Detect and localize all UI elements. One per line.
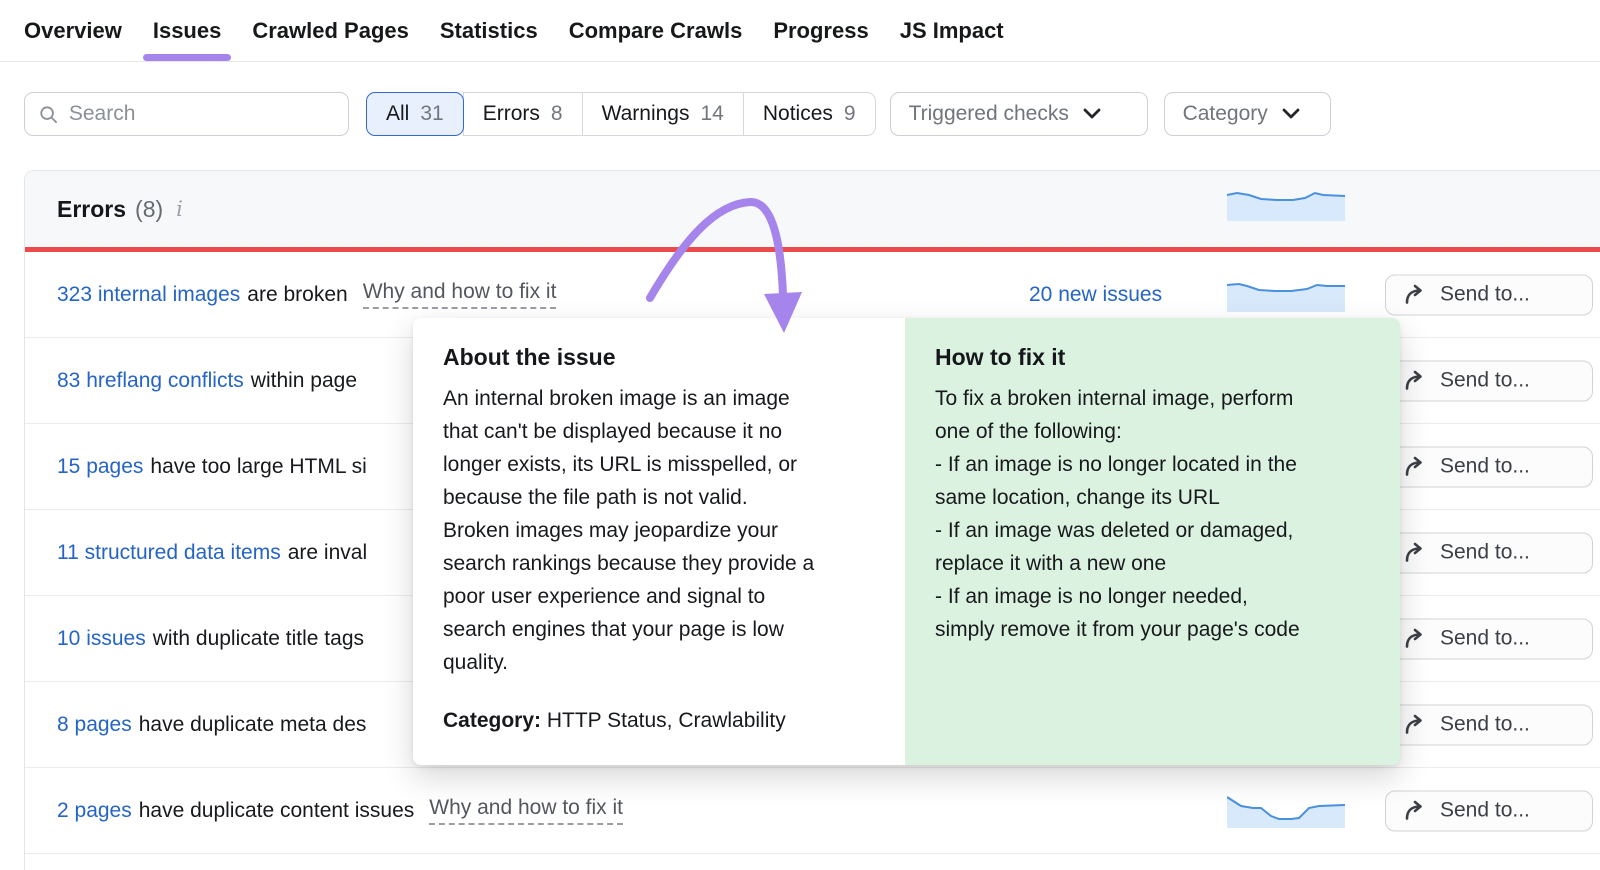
- tab-compare-crawls[interactable]: Compare Crawls: [569, 0, 743, 61]
- tab-label: JS Impact: [900, 18, 1004, 44]
- tab-progress[interactable]: Progress: [773, 0, 868, 61]
- chevron-down-icon: [1083, 108, 1101, 120]
- search-icon: [39, 104, 58, 125]
- tab-statistics[interactable]: Statistics: [440, 0, 538, 61]
- segment-label: Warnings: [602, 102, 690, 126]
- tab-overview[interactable]: Overview: [24, 0, 122, 61]
- issue-link[interactable]: 8 pages: [57, 713, 132, 737]
- segment-label: Errors: [483, 102, 540, 126]
- category-value: HTTP Status, Crawlability: [541, 709, 786, 732]
- errors-title: Errors: [57, 196, 126, 223]
- tab-label: Crawled Pages: [252, 18, 409, 44]
- segment-label: Notices: [763, 102, 833, 126]
- segment-label: All: [386, 102, 409, 126]
- segment-count: 8: [551, 102, 563, 126]
- how-to-fix-panel: How to fix it To fix a broken internal i…: [905, 318, 1400, 765]
- errors-trend-sparkline: [1227, 187, 1345, 221]
- forward-arrow-icon: [1403, 800, 1427, 822]
- send-to-button[interactable]: Send to...: [1385, 704, 1593, 745]
- send-to-button[interactable]: Send to...: [1385, 446, 1593, 487]
- active-tab-underline: [143, 54, 232, 61]
- issue-text: have too large HTML si: [150, 455, 366, 479]
- about-body: An internal broken image is an image tha…: [443, 382, 875, 679]
- fix-body: To fix a broken internal image, perform …: [935, 382, 1370, 646]
- tab-label: Progress: [773, 18, 868, 44]
- segment-count: 14: [700, 102, 723, 126]
- send-to-label: Send to...: [1440, 541, 1530, 565]
- category-line: Category: HTTP Status, Crawlability: [443, 709, 786, 733]
- tab-js-impact[interactable]: JS Impact: [900, 0, 1004, 61]
- forward-arrow-icon: [1403, 456, 1427, 478]
- forward-arrow-icon: [1403, 714, 1427, 736]
- segment-count: 31: [420, 102, 443, 126]
- chevron-down-icon: [1282, 108, 1300, 120]
- segment-count: 9: [844, 102, 856, 126]
- issue-link[interactable]: 11 structured data items: [57, 541, 281, 565]
- send-to-label: Send to...: [1440, 713, 1530, 737]
- issue-text: have duplicate content issues: [139, 799, 415, 823]
- issue-row-duplicate-content: 2 pages have duplicate content issues Wh…: [25, 768, 1600, 854]
- send-to-label: Send to...: [1440, 627, 1530, 651]
- filter-bar: All 31 Errors 8 Warnings 14 Notices 9 Tr…: [24, 92, 1331, 136]
- new-issues-link[interactable]: 20 new issues: [1029, 283, 1162, 307]
- forward-arrow-icon: [1403, 284, 1427, 306]
- issue-details-popup: About the issue An internal broken image…: [413, 318, 1400, 765]
- send-to-label: Send to...: [1440, 369, 1530, 393]
- dropdown-label: Triggered checks: [909, 102, 1069, 126]
- tab-issues[interactable]: Issues: [153, 0, 222, 61]
- issue-type-segments: All 31 Errors 8 Warnings 14 Notices 9: [366, 92, 876, 136]
- dropdown-label: Category: [1183, 102, 1268, 126]
- tab-label: Overview: [24, 18, 122, 44]
- forward-arrow-icon: [1403, 370, 1427, 392]
- issue-text: are inval: [288, 541, 367, 565]
- about-the-issue-panel: About the issue An internal broken image…: [413, 318, 905, 765]
- search-box[interactable]: [24, 92, 349, 136]
- category-label: Category:: [443, 709, 541, 732]
- search-input[interactable]: [69, 102, 334, 126]
- about-title: About the issue: [443, 344, 875, 371]
- segment-notices[interactable]: Notices 9: [743, 92, 876, 136]
- segment-errors[interactable]: Errors 8: [463, 92, 583, 136]
- triggered-checks-dropdown[interactable]: Triggered checks: [890, 92, 1148, 136]
- send-to-label: Send to...: [1440, 455, 1530, 479]
- forward-arrow-icon: [1403, 542, 1427, 564]
- send-to-label: Send to...: [1440, 283, 1530, 307]
- tab-label: Issues: [153, 18, 222, 44]
- segment-warnings[interactable]: Warnings 14: [582, 92, 744, 136]
- issue-text: have duplicate meta des: [139, 713, 367, 737]
- tab-label: Compare Crawls: [569, 18, 743, 44]
- why-how-to-fix-link[interactable]: Why and how to fix it: [429, 796, 623, 825]
- top-nav: Overview Issues Crawled Pages Statistics…: [0, 0, 1600, 62]
- category-dropdown[interactable]: Category: [1164, 92, 1331, 136]
- tab-crawled-pages[interactable]: Crawled Pages: [252, 0, 409, 61]
- row-trend-sparkline: [1227, 278, 1345, 312]
- tab-label: Statistics: [440, 18, 538, 44]
- send-to-button[interactable]: Send to...: [1385, 790, 1593, 831]
- fix-title: How to fix it: [935, 344, 1370, 371]
- why-how-to-fix-link[interactable]: Why and how to fix it: [363, 280, 557, 309]
- send-to-button[interactable]: Send to...: [1385, 360, 1593, 401]
- issue-text: within page: [251, 369, 357, 393]
- issue-link[interactable]: 10 issues: [57, 627, 146, 651]
- errors-count: (8): [135, 196, 163, 223]
- issue-link[interactable]: 15 pages: [57, 455, 143, 479]
- issue-text: are broken: [247, 283, 347, 307]
- row-trend-sparkline: [1227, 794, 1345, 828]
- issue-link[interactable]: 323 internal images: [57, 283, 240, 307]
- segment-all[interactable]: All 31: [366, 92, 464, 136]
- issue-link[interactable]: 2 pages: [57, 799, 132, 823]
- send-to-button[interactable]: Send to...: [1385, 274, 1593, 315]
- issue-text: with duplicate title tags: [153, 627, 364, 651]
- errors-card-header: Errors (8) i: [25, 171, 1600, 247]
- info-icon[interactable]: i: [176, 197, 183, 221]
- send-to-button[interactable]: Send to...: [1385, 618, 1593, 659]
- issue-link[interactable]: 83 hreflang conflicts: [57, 369, 244, 393]
- forward-arrow-icon: [1403, 628, 1427, 650]
- send-to-label: Send to...: [1440, 799, 1530, 823]
- send-to-button[interactable]: Send to...: [1385, 532, 1593, 573]
